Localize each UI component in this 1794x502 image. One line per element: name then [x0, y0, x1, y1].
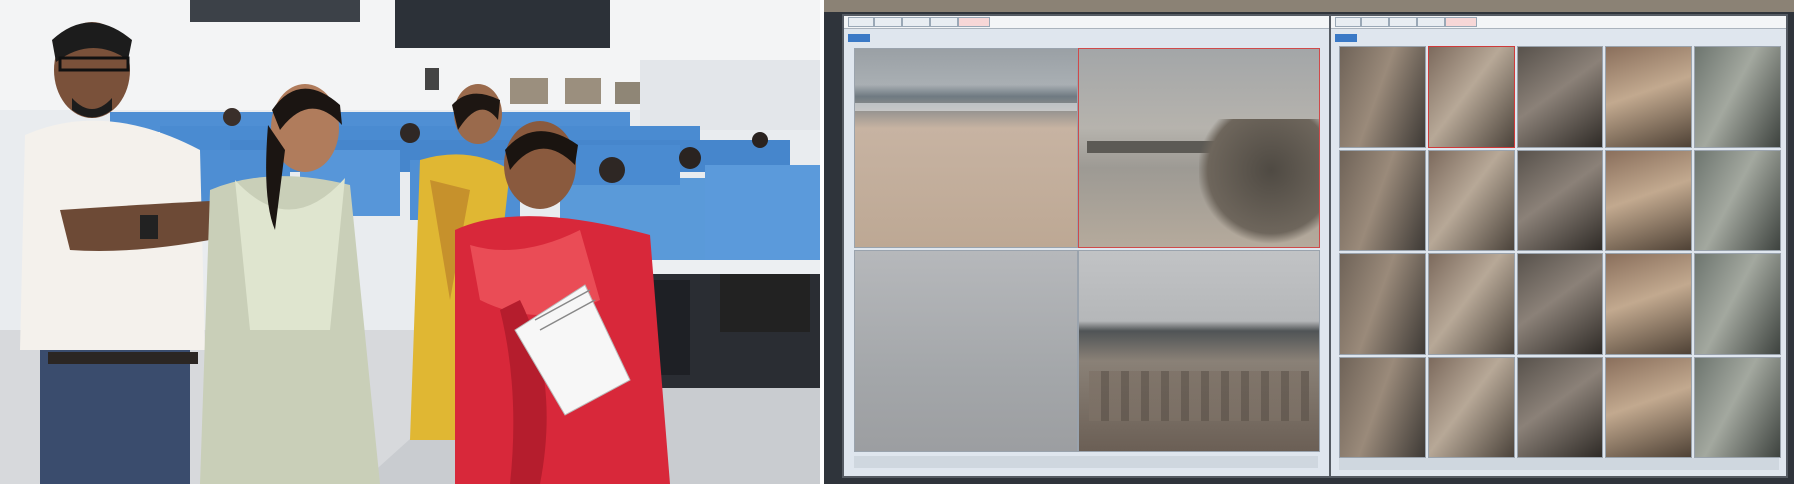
cctv-feed-street[interactable]	[1339, 356, 1426, 458]
cctv-feed-street[interactable]	[1516, 149, 1604, 251]
cctv-feed-street[interactable]	[1516, 253, 1604, 355]
toolbar-button[interactable]	[930, 17, 958, 27]
cctv-feed-street[interactable]	[1339, 149, 1426, 251]
left-monitor-toolbar	[844, 16, 1331, 29]
toolbar-button[interactable]	[1361, 17, 1389, 27]
cctv-feed-street[interactable]	[1427, 253, 1515, 355]
cctv-feed-street[interactable]	[1694, 356, 1781, 458]
cctv-feed-street[interactable]	[1516, 356, 1604, 458]
wall-screen-left	[190, 0, 360, 22]
cctv-feed-street[interactable]	[1605, 253, 1693, 355]
cctv-feed-street[interactable]	[1427, 46, 1515, 148]
wall-top-band	[824, 0, 1794, 12]
toolbar-button-active[interactable]	[958, 17, 990, 27]
cctv-feed-street[interactable]	[1694, 149, 1781, 251]
cctv-feed-foggy-sea[interactable]	[854, 250, 1078, 452]
left-monitor-statusbar	[854, 456, 1318, 468]
cctv-feed-street[interactable]	[1694, 46, 1781, 148]
toolbar-button[interactable]	[848, 17, 874, 27]
right-monitor	[1329, 14, 1788, 478]
wall-screen-right	[395, 0, 610, 48]
toolbar-button[interactable]	[902, 17, 930, 27]
left-monitor	[842, 14, 1333, 478]
view-tab[interactable]	[1335, 34, 1357, 42]
cctv-feed-street[interactable]	[1694, 253, 1781, 355]
right-monitor-statusbar	[1339, 458, 1779, 470]
cctv-feed-street[interactable]	[1427, 356, 1515, 458]
cctv-feed-street[interactable]	[1605, 356, 1693, 458]
toolbar-button[interactable]	[1417, 17, 1445, 27]
caption-strip	[0, 484, 1794, 502]
monitor-wall-photo	[824, 0, 1794, 484]
toolbar-button[interactable]	[874, 17, 902, 27]
toolbar-button[interactable]	[1389, 17, 1417, 27]
toolbar-button[interactable]	[1335, 17, 1361, 27]
cctv-grid	[1339, 46, 1781, 458]
toolbar-button-active[interactable]	[1445, 17, 1477, 27]
cctv-feed-beach[interactable]	[854, 48, 1078, 248]
photo-composite	[0, 0, 1794, 502]
right-monitor-toolbar	[1331, 16, 1786, 29]
cctv-feed-street[interactable]	[1339, 253, 1426, 355]
cctv-feed-street[interactable]	[1516, 46, 1604, 148]
cctv-feed-street[interactable]	[1339, 46, 1426, 148]
control-room-photo	[0, 0, 820, 484]
cctv-feed-street[interactable]	[1427, 149, 1515, 251]
cctv-feed-sea-wall[interactable]	[1078, 48, 1320, 248]
cctv-feed-street[interactable]	[1605, 46, 1693, 148]
view-tab[interactable]	[848, 34, 870, 42]
cctv-feed-street[interactable]	[1605, 149, 1693, 251]
cctv-feed-harbour[interactable]	[1078, 250, 1320, 452]
